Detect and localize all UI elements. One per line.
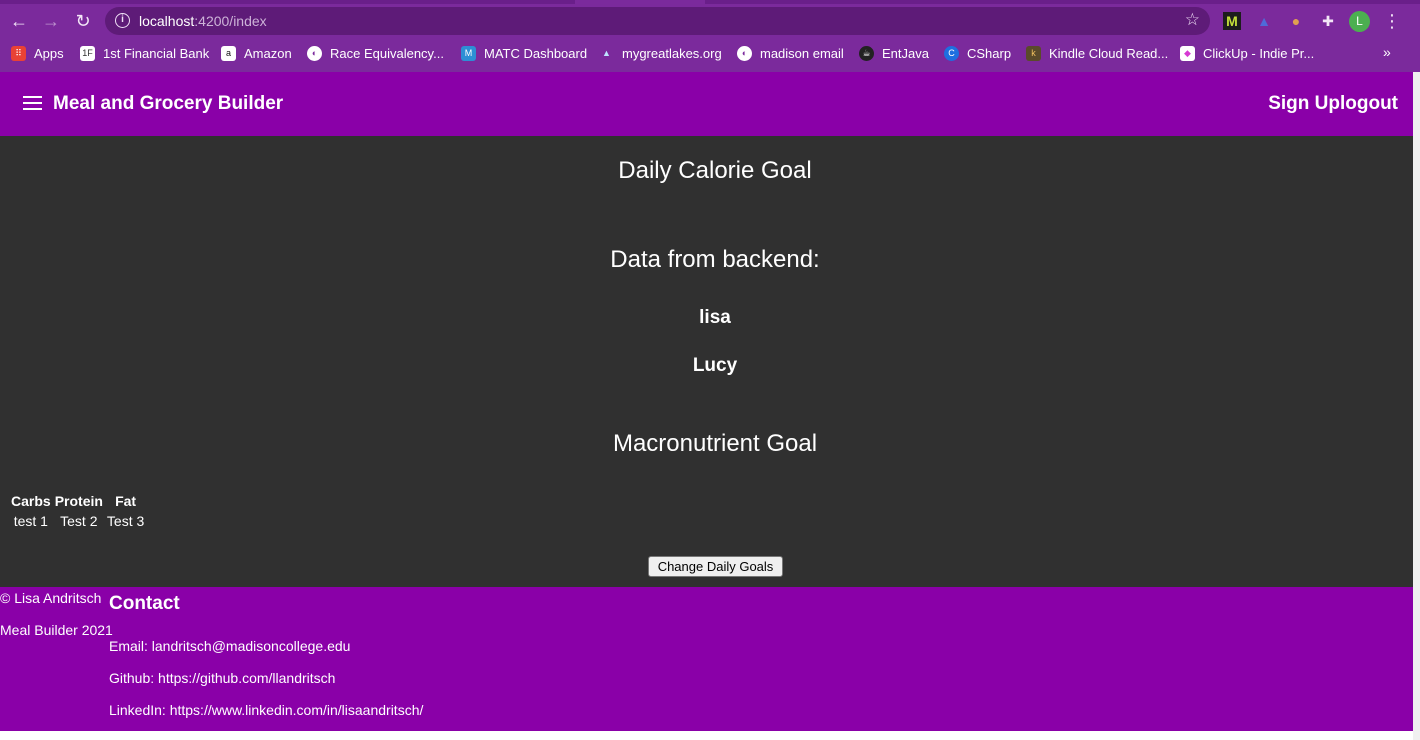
entjava-icon: ☕ bbox=[859, 45, 874, 61]
macronutrient-table: Carbs Protein Fat test 1 Test 2 Test 3 bbox=[8, 490, 147, 532]
bookmark-label: EntJava bbox=[882, 45, 929, 61]
bookmark-mygreatlakes[interactable]: ▲ mygreatlakes.org bbox=[599, 44, 722, 62]
bookmark-madison-email[interactable]: ◐ madison email bbox=[737, 44, 844, 62]
cell-carbs: test 1 bbox=[13, 513, 48, 529]
bookmark-entjava[interactable]: ☕ EntJava bbox=[859, 44, 929, 62]
bookmarks-overflow-icon[interactable]: » bbox=[1383, 44, 1391, 60]
calorie-goal-heading: Daily Calorie Goal bbox=[618, 157, 812, 184]
table-row: test 1 Test 2 Test 3 bbox=[10, 512, 145, 530]
bookmark-csharp[interactable]: C CSharp bbox=[944, 44, 1011, 62]
csharp-icon: C bbox=[944, 45, 959, 61]
column-header-protein: Protein bbox=[54, 493, 103, 509]
amazon-icon: a bbox=[221, 45, 236, 61]
product-year-text: Meal Builder 2021 bbox=[0, 622, 113, 638]
bookmark-label: madison email bbox=[760, 45, 844, 61]
backend-data-heading: Data from backend: bbox=[610, 246, 820, 273]
profile-avatar[interactable]: L bbox=[1349, 11, 1370, 32]
bookmark-race-equivalency[interactable]: ◐ Race Equivalency... bbox=[307, 44, 444, 62]
address-bar[interactable]: i localhost:4200/index ☆ bbox=[105, 7, 1210, 35]
macronutrient-goal-heading: Macronutrient Goal bbox=[612, 430, 818, 457]
page-bottom bbox=[0, 731, 1413, 740]
logout-link[interactable]: logout bbox=[1340, 93, 1398, 114]
bookmark-label: Kindle Cloud Read... bbox=[1049, 45, 1169, 61]
bookmark-label: 1st Financial Bank bbox=[103, 45, 210, 61]
globe-icon: ◐ bbox=[307, 45, 322, 61]
cell-protein: Test 2 bbox=[60, 513, 98, 529]
browser-toolbar: ← → ↻ i localhost:4200/index ☆ M ▲ ● ✚ L… bbox=[0, 4, 1420, 38]
main-content: Daily Calorie Goal Data from backend: li… bbox=[0, 136, 1413, 587]
bookmark-label: CSharp bbox=[967, 45, 1012, 61]
bookmark-amazon[interactable]: a Amazon bbox=[221, 44, 292, 62]
backend-name: Lucy bbox=[692, 355, 738, 376]
extensions-puzzle-icon[interactable]: ✚ bbox=[1319, 12, 1337, 30]
sign-up-link[interactable]: Sign Up bbox=[1268, 93, 1340, 114]
apps-grid-icon: ⠿ bbox=[11, 45, 26, 61]
url-text[interactable]: localhost:4200/index bbox=[139, 13, 267, 29]
copyright-text: © Lisa Andritsch bbox=[0, 590, 102, 606]
contact-linkedin[interactable]: LinkedIn: https://www.linkedin.com/in/li… bbox=[109, 702, 423, 718]
forward-arrow-icon[interactable]: → bbox=[40, 10, 62, 32]
cookie-extension-icon[interactable]: ● bbox=[1287, 12, 1305, 30]
site-info-icon[interactable]: i bbox=[115, 13, 130, 28]
bookmark-label: Race Equivalency... bbox=[330, 45, 444, 61]
url-host: localhost bbox=[139, 13, 195, 29]
bookmarks-bar: ⠿ Apps 1F 1st Financial Bank a Amazon ◐ Race… bbox=[0, 40, 1420, 66]
footer: © Lisa Andritsch Meal Builder 2021 Conta… bbox=[0, 587, 1413, 731]
cell-fat: Test 3 bbox=[106, 513, 145, 529]
bookmark-label: MATC Dashboard bbox=[484, 45, 588, 61]
bookmark-clickup[interactable]: ◆ ClickUp - Indie Pr... bbox=[1180, 44, 1314, 62]
browser-chrome: ← → ↻ i localhost:4200/index ☆ M ▲ ● ✚ L… bbox=[0, 0, 1420, 72]
backend-name: lisa bbox=[699, 307, 731, 328]
column-header-fat: Fat bbox=[115, 493, 137, 509]
bookmark-label: Apps bbox=[34, 45, 64, 61]
contact-github[interactable]: Github: https://github.com/llandritsch bbox=[109, 670, 335, 686]
back-arrow-icon[interactable]: ← bbox=[8, 10, 30, 32]
mountain-icon: ▲ bbox=[602, 47, 611, 58]
contact-heading: Contact bbox=[109, 593, 180, 614]
bookmark-star-icon[interactable]: ☆ bbox=[1185, 10, 1200, 30]
reload-icon[interactable]: ↻ bbox=[72, 10, 94, 32]
bookmark-1st-financial[interactable]: 1F 1st Financial Bank bbox=[80, 44, 209, 62]
clickup-icon: ◆ bbox=[1180, 45, 1195, 61]
app-title: Meal and Grocery Builder bbox=[53, 93, 284, 114]
contact-email[interactable]: Email: landritsch@madisoncollege.edu bbox=[109, 638, 350, 654]
hamburger-menu-icon[interactable] bbox=[23, 96, 42, 110]
bookmark-kindle[interactable]: k Kindle Cloud Read... bbox=[1026, 44, 1168, 62]
matc-icon: M bbox=[461, 45, 476, 61]
extension-triangle-icon[interactable]: ▲ bbox=[1255, 12, 1273, 30]
app-toolbar: Meal and Grocery Builder Sign Uplogout bbox=[0, 72, 1413, 136]
bookmark-label: Amazon bbox=[244, 45, 292, 61]
globe-icon: ◐ bbox=[737, 45, 752, 61]
bookmark-label: ClickUp - Indie Pr... bbox=[1203, 45, 1315, 61]
header-links: Sign Uplogout bbox=[1268, 93, 1398, 115]
change-daily-goals-button[interactable]: Change Daily Goals bbox=[648, 556, 783, 577]
browser-menu-icon[interactable]: ⋮ bbox=[1382, 11, 1402, 31]
column-header-carbs: Carbs bbox=[11, 493, 51, 509]
table-header-row: Carbs Protein Fat bbox=[10, 492, 145, 510]
kindle-icon: k bbox=[1026, 45, 1041, 61]
bookmark-matc-dashboard[interactable]: M MATC Dashboard bbox=[461, 44, 587, 62]
bank-icon: 1F bbox=[80, 45, 95, 61]
bookmark-apps[interactable]: ⠿ Apps bbox=[11, 44, 64, 62]
bookmark-label: mygreatlakes.org bbox=[622, 45, 722, 61]
url-path: :4200/index bbox=[194, 13, 267, 29]
extension-m-icon[interactable]: M bbox=[1223, 12, 1241, 30]
page-scrollbar[interactable] bbox=[1413, 72, 1420, 740]
